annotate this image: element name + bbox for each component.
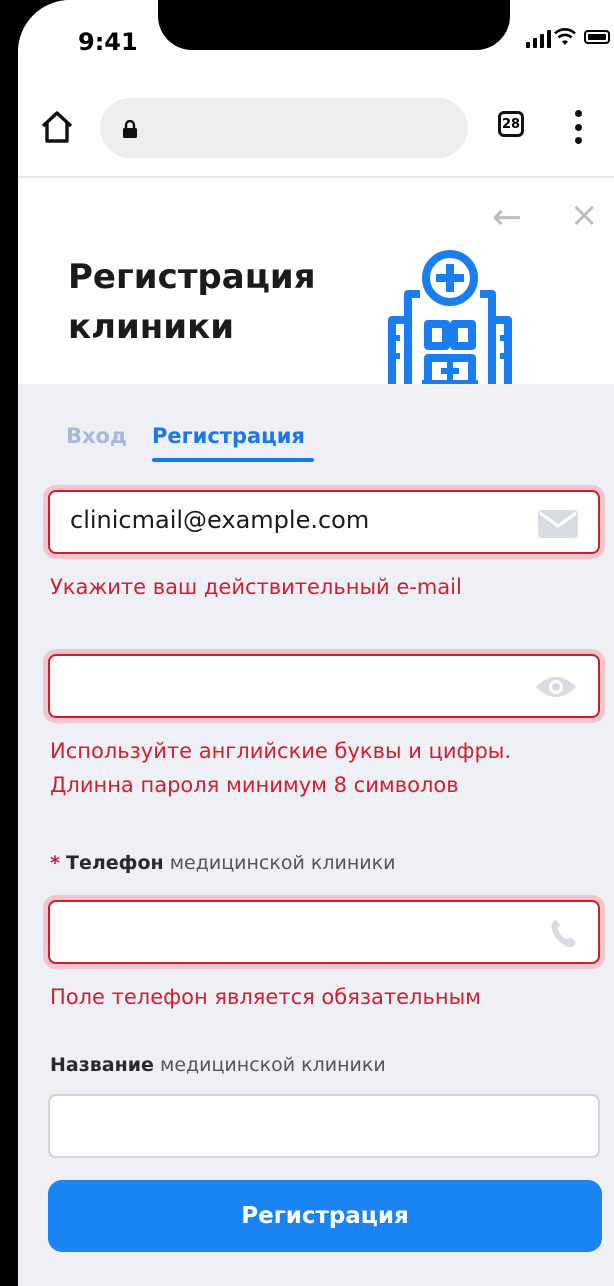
signal-icon (526, 30, 551, 48)
status-bar: 9:41 (18, 0, 614, 78)
clinic-name-field[interactable] (48, 1094, 600, 1158)
envelope-icon (538, 510, 578, 538)
phone-field[interactable] (48, 900, 600, 964)
tab-login[interactable]: Вход (66, 424, 127, 448)
password-error-line-1: Используйте английские буквы и цифры. (50, 739, 512, 763)
required-mark: * (50, 852, 60, 874)
clinic-name-label-bold: Название (50, 1054, 154, 1076)
hospital-building-icon (388, 250, 512, 384)
register-button[interactable]: Регистрация (48, 1180, 602, 1252)
email-field[interactable]: clinicmail@example.com (48, 490, 600, 554)
phone-label-rest: медицинской клиники (169, 852, 396, 874)
eye-icon[interactable] (534, 673, 578, 701)
phone-error: Поле телефон является обязательным (50, 985, 482, 1009)
password-error-line-2: Длинна пароля минимум 8 символов (50, 773, 459, 797)
email-error: Укажите ваш действительный e-mail (50, 575, 462, 599)
password-error: Используйте английские буквы и цифры. Дл… (50, 734, 511, 802)
close-icon[interactable]: × (570, 198, 599, 232)
status-time: 9:41 (78, 28, 138, 56)
clinic-name-label: Название медицинской клиники (50, 1054, 386, 1076)
tab-count-button[interactable]: 28 (498, 111, 524, 137)
email-value: clinicmail@example.com (70, 506, 370, 534)
active-tab-indicator (152, 458, 314, 462)
lock-icon (123, 120, 137, 138)
phone-screen: 9:41 28 ← × Регистрация клиники Вход Рег… (18, 0, 614, 1286)
battery-icon (584, 30, 610, 44)
clinic-name-label-rest: медицинской клиники (159, 1054, 386, 1076)
url-bar[interactable] (100, 98, 468, 158)
phone-label: * Телефон медицинской клиники (50, 852, 395, 874)
more-menu-icon[interactable] (574, 110, 582, 144)
page-title: Регистрация клиники (68, 252, 358, 352)
title-line-1: Регистрация (68, 257, 316, 297)
password-field[interactable] (48, 654, 600, 718)
phone-label-bold: Телефон (65, 852, 164, 874)
tab-register[interactable]: Регистрация (152, 424, 305, 448)
title-line-2: клиники (68, 307, 235, 347)
browser-toolbar: 28 (18, 78, 614, 178)
wifi-icon (554, 28, 576, 45)
home-icon[interactable] (38, 108, 76, 146)
notch (158, 0, 510, 50)
phone-icon (551, 920, 576, 948)
back-arrow-icon[interactable]: ← (492, 200, 522, 236)
